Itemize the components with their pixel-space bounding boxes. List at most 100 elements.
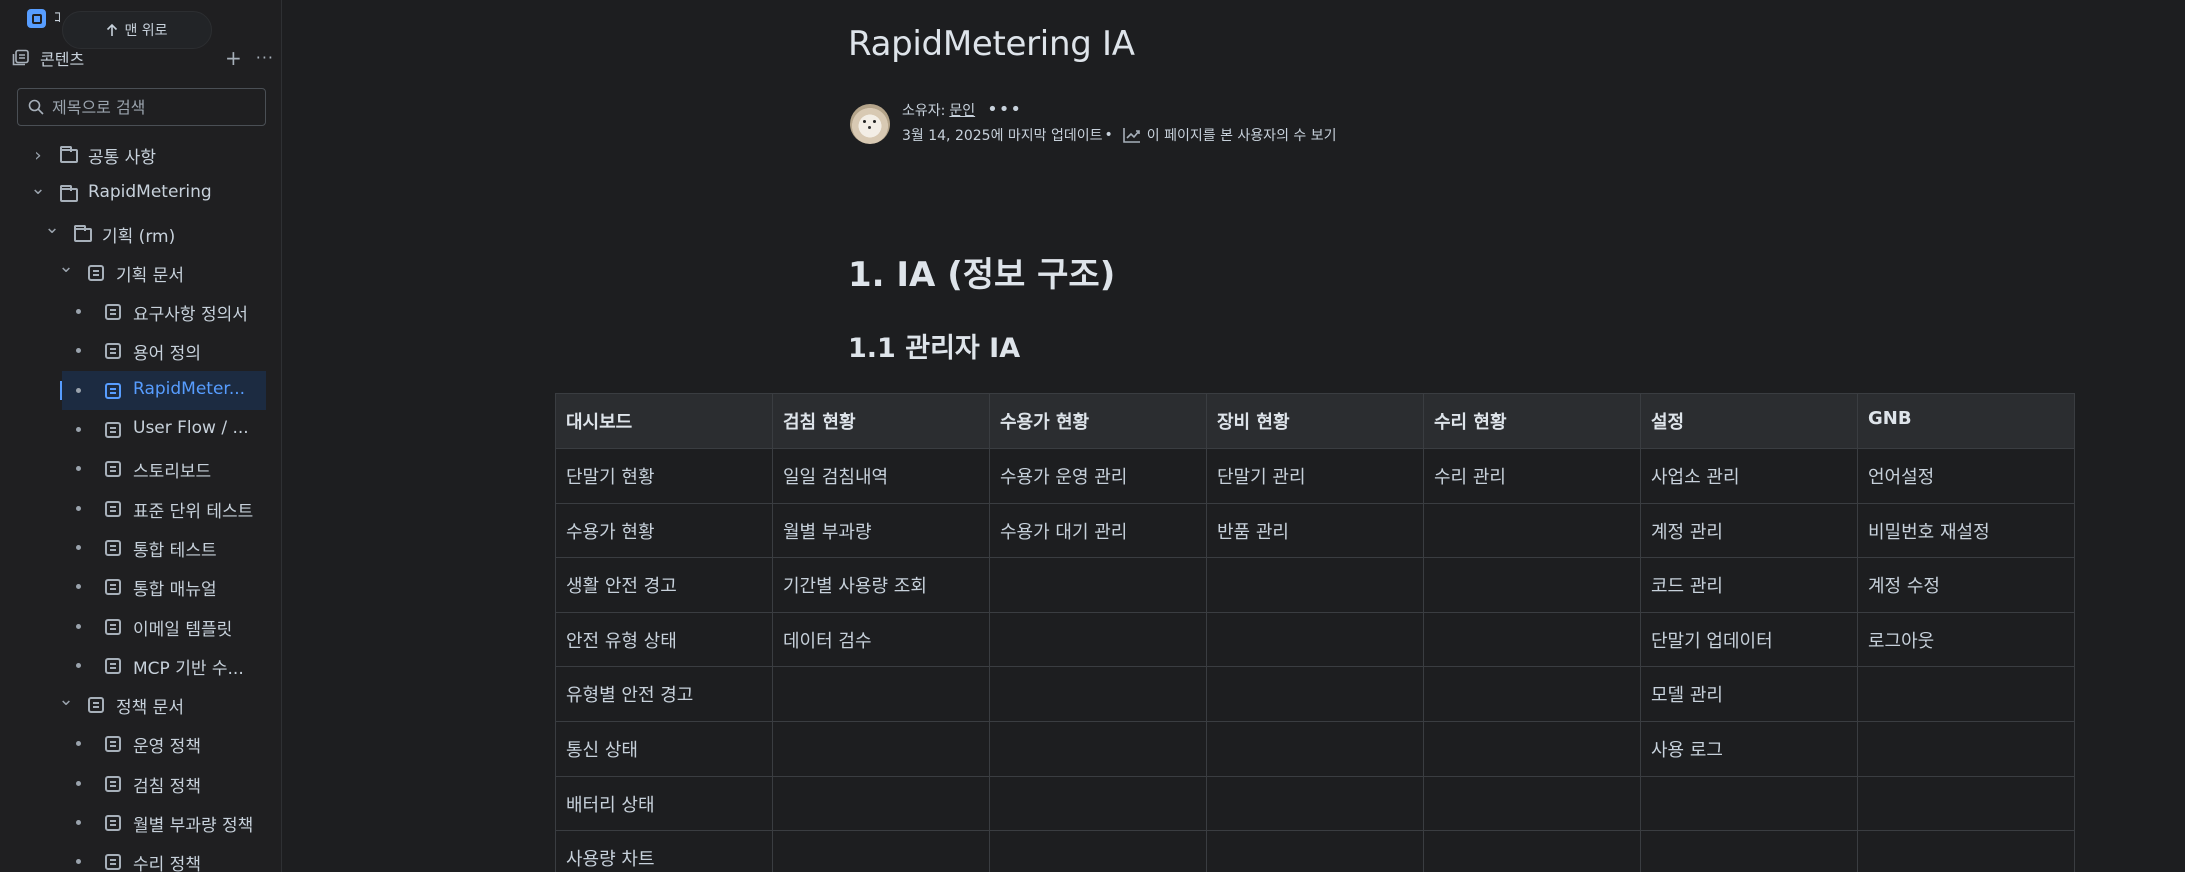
content-section-label: 콘텐츠 <box>40 50 85 69</box>
sidebar-tree-item[interactable]: 통합 매뉴얼 <box>0 567 282 606</box>
page-content: RapidMetering IA 소유자: 문인 ••• 3월 14, 2025… <box>283 0 2185 872</box>
sidebar-tree-item[interactable]: ⌄ 기획 문서 <box>0 253 282 292</box>
bullet-icon <box>76 859 81 865</box>
title-search-input[interactable] <box>52 97 252 117</box>
more-actions-button[interactable]: ··· <box>256 50 274 66</box>
content-section-header: 콘텐츠 + ··· <box>12 45 274 71</box>
table-cell: 생활 안전 경고 <box>555 557 773 613</box>
bullet-icon <box>76 662 81 668</box>
sidebar-item-label: RapidMeter... <box>133 378 246 399</box>
table-cell: 사용 로그 <box>1640 720 1858 777</box>
sidebar-tree-item[interactable]: 수리 정책 <box>0 842 282 872</box>
table-row: 배터리 상태 <box>555 775 2075 832</box>
bullet-icon <box>76 466 81 472</box>
table-cell <box>1423 666 1641 722</box>
sidebar-tree-item[interactable]: MCP 기반 수... <box>0 646 282 685</box>
sidebar-item-label: MCP 기반 수... <box>133 658 244 679</box>
page-icon <box>105 579 121 596</box>
app-title-fragment: ｺ <box>54 10 61 26</box>
page-icon <box>105 815 121 832</box>
table-cell: 반품 관리 <box>1206 502 1424 559</box>
chevron-down-icon[interactable]: ⌄ <box>30 178 46 199</box>
page-icon <box>88 697 104 714</box>
table-header-cell: GNB <box>1857 393 2075 449</box>
table-cell <box>989 775 1207 832</box>
sidebar-tree-item[interactable]: 이메일 템플릿 <box>0 607 282 646</box>
table-cell <box>1857 666 2075 722</box>
table-header-cell: 검침 현황 <box>772 393 990 449</box>
chevron-down-icon[interactable]: ⌄ <box>58 256 74 277</box>
table-cell <box>1640 830 1858 872</box>
table-cell: 수용가 대기 관리 <box>989 502 1207 559</box>
table-cell <box>1423 830 1641 872</box>
owner-name-link[interactable]: 문인 <box>949 100 975 120</box>
table-cell <box>1206 720 1424 777</box>
chevron-down-icon[interactable]: ⌄ <box>44 217 60 238</box>
folder-icon <box>60 146 78 163</box>
sidebar-tree-item[interactable]: 운영 정책 <box>0 724 282 763</box>
table-cell: 언어설정 <box>1857 448 2075 504</box>
table-cell: 비밀번호 재설정 <box>1857 502 2075 559</box>
sidebar-tree-item[interactable]: 스토리보드 <box>0 449 282 488</box>
table-cell <box>989 557 1207 613</box>
bullet-icon <box>76 584 81 590</box>
title-search-box[interactable] <box>17 88 266 126</box>
sidebar-item-label: 기획 문서 <box>116 265 184 286</box>
table-row: 안전 유형 상태 데이터 검수 단말기 업데이터 로그아웃 <box>555 611 2075 668</box>
table-cell <box>772 830 990 872</box>
table-header-cell: 설정 <box>1640 393 1858 449</box>
sidebar-tree-item[interactable]: 월별 부과량 정책 <box>0 803 282 842</box>
page-icon <box>105 500 121 517</box>
page-title: RapidMetering IA <box>848 24 1135 64</box>
byline-more-button[interactable]: ••• <box>987 99 1022 120</box>
sidebar-item-label: RapidMetering <box>88 182 212 203</box>
table-header-cell: 대시보드 <box>555 393 773 449</box>
table-row: 유형별 안전 경고 모델 관리 <box>555 666 2075 722</box>
page-icon <box>105 304 121 321</box>
sidebar-tree-item[interactable]: 표준 단위 테스트 <box>0 489 282 528</box>
table-cell <box>1857 720 2075 777</box>
sidebar-tree-item[interactable]: ⌄ 기획 (rm) <box>0 214 282 253</box>
table-cell: 데이터 검수 <box>772 611 990 668</box>
sidebar-tree-item[interactable]: ⌄ 정책 문서 <box>0 685 282 724</box>
page-icon <box>105 539 121 556</box>
sidebar-tree-item[interactable]: 용어 정의 <box>0 331 282 370</box>
owner-avatar[interactable] <box>850 104 890 144</box>
sidebar-tree-item[interactable]: 검침 정책 <box>0 764 282 803</box>
table-row: 통신 상태 사용 로그 <box>555 720 2075 777</box>
bullet-icon <box>76 427 81 433</box>
page-viewers-link[interactable]: 이 페이지를 본 사용자의 수 보기 <box>1147 125 1337 145</box>
chevron-down-icon[interactable]: ⌄ <box>58 689 74 710</box>
sidebar-tree-item[interactable]: 통합 테스트 <box>0 528 282 567</box>
table-cell: 수용가 현황 <box>555 502 773 559</box>
sidebar-tree-item[interactable]: User Flow / ... <box>0 410 282 449</box>
table-cell <box>1423 557 1641 613</box>
table-cell <box>1857 775 2075 832</box>
section-heading-ia: 1. IA (정보 구조) <box>848 255 1116 295</box>
table-cell: 유형별 안전 경고 <box>555 666 773 722</box>
subsection-heading-admin-ia: 1.1 관리자 IA <box>848 333 1021 364</box>
table-cell <box>1206 830 1424 872</box>
table-cell: 수리 관리 <box>1423 448 1641 504</box>
table-cell: 사용량 차트 <box>555 830 773 872</box>
table-cell: 모델 관리 <box>1640 666 1858 722</box>
analytics-chart-icon <box>1122 128 1140 143</box>
search-icon <box>28 99 44 115</box>
sidebar-tree-item[interactable]: ⌄ RapidMetering <box>0 174 282 213</box>
sidebar-item-label: 표준 단위 테스트 <box>133 501 254 522</box>
table-row: 단말기 현황 일일 검침내역 수용가 운영 관리 단말기 관리 수리 관리 사업소 관리 언… <box>555 448 2075 504</box>
scroll-to-top-button[interactable]: 맨 위로 <box>62 11 212 49</box>
table-header-row: 대시보드 검침 현황 수용가 현황 장비 현황 수리 현황 설정 GNB <box>555 393 2075 449</box>
add-content-button[interactable]: + <box>225 48 242 68</box>
sidebar-tree-item[interactable]: › 공통 사항 <box>0 135 282 174</box>
sidebar-tree-item[interactable]: 요구사항 정의서 <box>0 292 282 331</box>
sidebar-item-label: 월별 부과량 정책 <box>133 816 254 837</box>
table-cell <box>1206 611 1424 668</box>
sidebar-item-label: User Flow / ... <box>133 418 249 439</box>
chevron-right-icon[interactable]: › <box>30 145 46 166</box>
table-cell <box>1857 830 2075 872</box>
app-logo-icon[interactable] <box>27 9 46 28</box>
sidebar-tree-item[interactable]: RapidMeter... <box>60 370 266 411</box>
page-icon <box>105 854 121 871</box>
page-icon <box>105 775 121 792</box>
